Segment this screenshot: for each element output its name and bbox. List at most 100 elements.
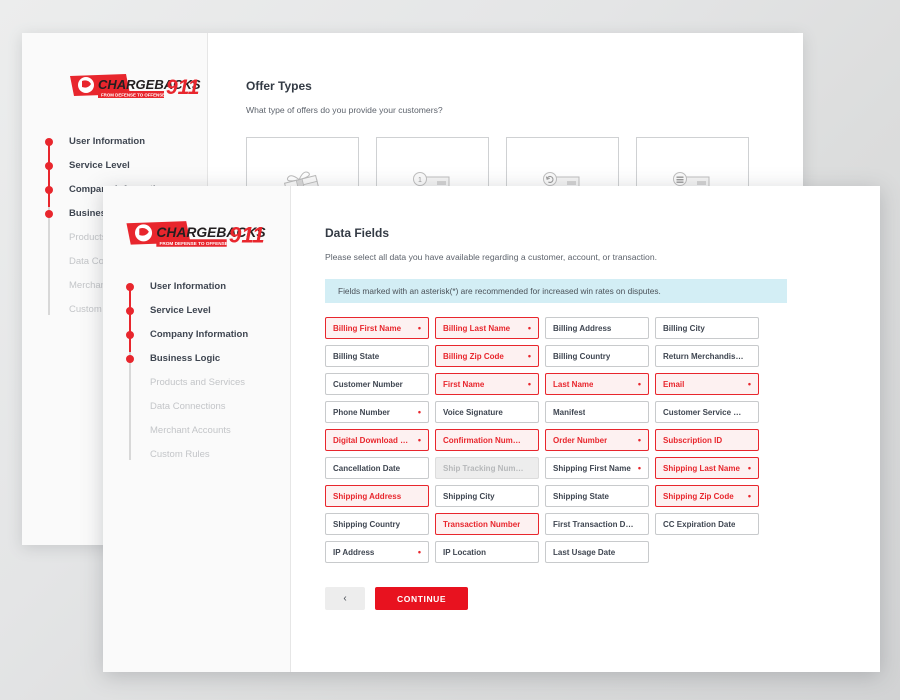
data-field-row: Digital Download N…•Confirmation Number•… [325, 429, 771, 451]
step-dot-icon [45, 186, 53, 194]
data-field-billing-first-name[interactable]: Billing First Name • [325, 317, 429, 339]
data-field-label: Last Usage Date [553, 547, 616, 557]
sidebar-item-merchant-accounts[interactable]: Merchant Accounts [103, 422, 290, 439]
data-field-cancellation-date[interactable]: Cancellation Date• [325, 457, 429, 479]
data-field-customer-service-n[interactable]: Customer Service N…• [655, 401, 759, 423]
recommended-asterisk-icon: • [637, 462, 641, 473]
recommended-asterisk-icon: • [527, 350, 531, 361]
data-field-ip-location[interactable]: IP Location• [435, 541, 539, 563]
back-button[interactable]: ‹ [325, 587, 365, 610]
page-subtitle: What type of offers do you provide your … [246, 105, 443, 115]
data-field-confirmation-number[interactable]: Confirmation Number• [435, 429, 539, 451]
sidebar-item-label: User Information [69, 136, 146, 147]
data-field-subscription-id[interactable]: Subscription ID• [655, 429, 759, 451]
recommended-asterisk-icon: • [637, 434, 641, 445]
data-field-label: Confirmation Number [443, 435, 524, 445]
sidebar-item-label: Custom Rules [150, 449, 210, 460]
data-field-return-merchandis[interactable]: Return Merchandis…• [655, 345, 759, 367]
data-field-grid: Billing First Name • Billing Last Name • Bil… [325, 317, 771, 563]
data-field-ip-address[interactable]: IP Address • [325, 541, 429, 563]
data-field-last-usage-date[interactable]: Last Usage Date• [545, 541, 649, 563]
data-field-email[interactable]: Email • [655, 373, 759, 395]
data-field-row: IP Address • IP Location• Last Usage Date• [325, 541, 771, 563]
sidebar-item-user-information[interactable]: User Information [103, 278, 290, 295]
step-dot-icon [45, 210, 53, 218]
data-field-voice-signature[interactable]: Voice Signature• [435, 401, 539, 423]
data-field-label: Shipping City [443, 491, 495, 501]
data-field-customer-number[interactable]: Customer Number• [325, 373, 429, 395]
data-field-phone-number[interactable]: Phone Number • [325, 401, 429, 423]
data-field-first-transaction-date[interactable]: First Transaction Date• [545, 513, 649, 535]
sidebar-item-business-logic[interactable]: Business Logic [103, 350, 290, 367]
sidebar-item-user-information[interactable]: User Information [22, 133, 207, 150]
data-field-label: Billing State [333, 351, 380, 361]
sidebar-item-label: Company Information [150, 329, 249, 340]
data-field-shipping-zip-code[interactable]: Shipping Zip Code • [655, 485, 759, 507]
data-field-billing-state[interactable]: Billing State• [325, 345, 429, 367]
data-field-label: Manifest [553, 407, 586, 417]
data-field-label: Shipping Zip Code [663, 491, 734, 501]
data-field-label: Ship Tracking Num… [443, 463, 524, 473]
sidebar-item-label: Products and Services [150, 377, 246, 388]
data-field-label: Shipping Country [333, 519, 401, 529]
data-field-transaction-number[interactable]: Transaction Number• [435, 513, 539, 535]
progress-nav-front: User Information Service Level Company I… [103, 278, 290, 470]
data-field-shipping-first-name[interactable]: Shipping First Name • [545, 457, 649, 479]
chargebacks911-logo: CHARGEBACKS 911 FROM DEFENSE TO OFFENSE [68, 72, 208, 102]
recommended-asterisk-icon: • [417, 322, 421, 333]
data-fields-window: CHARGEBACKS 911 FROM DEFENSE TO OFFENSE … [103, 186, 880, 672]
page-subtitle: Please select all data you have availabl… [325, 252, 658, 262]
sidebar-item-custom-rules[interactable]: Custom Rules [103, 446, 290, 463]
data-field-last-name[interactable]: Last Name • [545, 373, 649, 395]
data-field-label: Cancellation Date [333, 463, 401, 473]
svg-text:FROM DEFENSE TO OFFENSE: FROM DEFENSE TO OFFENSE [101, 93, 165, 98]
data-field-billing-address[interactable]: Billing Address• [545, 317, 649, 339]
data-field-billing-country[interactable]: Billing Country• [545, 345, 649, 367]
data-field-shipping-city[interactable]: Shipping City• [435, 485, 539, 507]
data-field-shipping-state[interactable]: Shipping State• [545, 485, 649, 507]
data-field-first-name[interactable]: First Name • [435, 373, 539, 395]
svg-text:1: 1 [418, 177, 422, 184]
data-field-row: Shipping Country• Transaction Number• Firs… [325, 513, 771, 535]
data-field-digital-download-n[interactable]: Digital Download N… • [325, 429, 429, 451]
sidebar-item-data-connections[interactable]: Data Connections [103, 398, 290, 415]
form-footer: ‹ CONTINUE [325, 587, 880, 610]
data-field-billing-last-name[interactable]: Billing Last Name • [435, 317, 539, 339]
data-field-manifest[interactable]: Manifest• [545, 401, 649, 423]
recommended-asterisk-icon: • [417, 434, 421, 445]
data-field-row: Billing State• Billing Zip Code • Billing C… [325, 345, 771, 367]
data-field-shipping-country[interactable]: Shipping Country• [325, 513, 429, 535]
data-field-label: Billing Last Name [443, 323, 511, 333]
data-field-order-number[interactable]: Order Number • [545, 429, 649, 451]
data-field-cc-expiration-date[interactable]: CC Expiration Date• [655, 513, 759, 535]
sidebar-item-label: User Information [150, 281, 227, 292]
continue-button[interactable]: CONTINUE [375, 587, 469, 610]
data-field-billing-zip-code[interactable]: Billing Zip Code • [435, 345, 539, 367]
sidebar-item-label: Merchant Accounts [150, 425, 231, 436]
data-field-row: Cancellation Date•Ship Tracking Num…•Shi… [325, 457, 771, 479]
step-dot-icon [126, 331, 134, 339]
data-field-label: CC Expiration Date [663, 519, 736, 529]
sidebar-item-label: Service Level [150, 305, 211, 316]
recommended-asterisk-icon: • [527, 378, 531, 389]
svg-text:FROM DEFENSE TO OFFENSE: FROM DEFENSE TO OFFENSE [160, 241, 228, 246]
data-field-label: Phone Number [333, 407, 390, 417]
svg-text:911: 911 [166, 76, 199, 99]
data-field-row: Customer Number• First Name• Last Name• Ema… [325, 373, 771, 395]
chargebacks911-logo: CHARGEBACKS 911 FROM DEFENSE TO OFFENSE [123, 219, 275, 251]
sidebar-item-company-information[interactable]: Company Information [103, 326, 290, 343]
step-dot-icon [126, 355, 134, 363]
data-field-label: Shipping Last Name [663, 463, 740, 473]
sidebar-item-products-and-services[interactable]: Products and Services [103, 374, 290, 391]
data-field-shipping-last-name[interactable]: Shipping Last Name • [655, 457, 759, 479]
recommended-asterisk-icon: • [527, 322, 531, 333]
data-field-shipping-address[interactable]: Shipping Address• [325, 485, 429, 507]
recommended-asterisk-icon: • [747, 462, 751, 473]
data-field-label: Shipping State [553, 491, 609, 501]
page-title: Data Fields [325, 226, 390, 240]
sidebar-item-service-level[interactable]: Service Level [103, 302, 290, 319]
sidebar-item-service-level[interactable]: Service Level [22, 157, 207, 174]
info-banner: Fields marked with an asterisk(*) are re… [325, 279, 787, 303]
step-dot-icon [45, 138, 53, 146]
data-field-billing-city[interactable]: Billing City• [655, 317, 759, 339]
